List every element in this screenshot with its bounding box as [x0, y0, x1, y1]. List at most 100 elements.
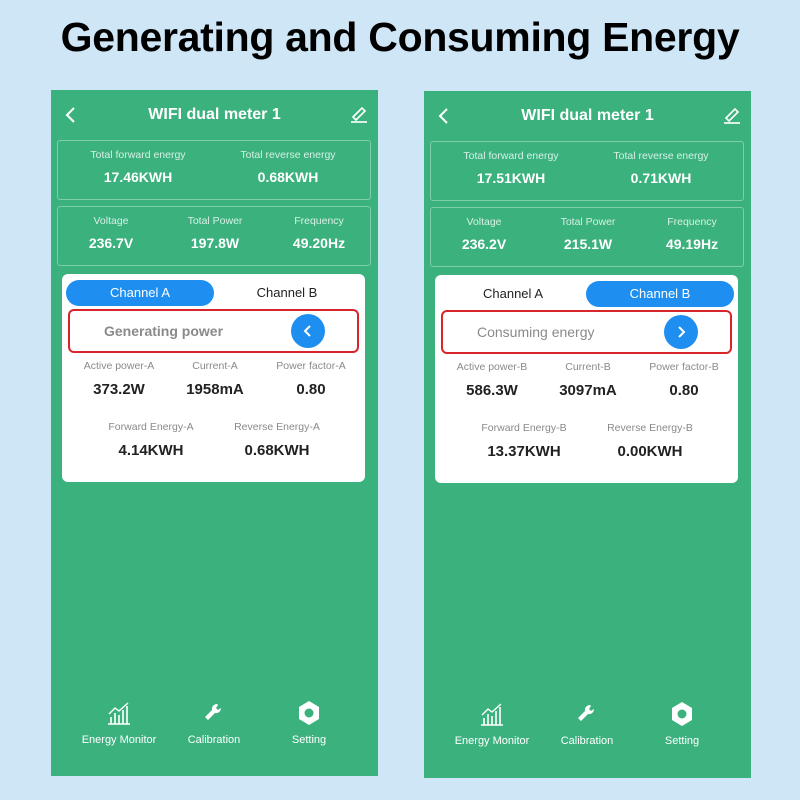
total-energy-panel: Total forward energy 17.51KWH Total reve…	[430, 141, 744, 201]
stat-value: 197.8W	[190, 235, 240, 251]
channel-card: Channel A Channel B Generating power Act…	[62, 274, 365, 482]
wrench-icon	[205, 703, 222, 720]
current-metric: Current-B 3097mA	[533, 361, 643, 399]
metric-value: 0.00KWH	[617, 443, 683, 460]
edit-icon[interactable]	[723, 106, 741, 124]
metric-label: Current-A	[192, 360, 238, 372]
power-factor-metric: Power factor-B 0.80	[629, 361, 739, 399]
mode-highlight-box: Generating power	[68, 309, 359, 353]
current-metric: Current-A 1958mA	[160, 360, 270, 398]
stat-label: Total Power	[560, 216, 616, 228]
phone-screen-generating: WIFI dual meter 1 Total forward energy 1…	[51, 90, 378, 776]
nav-setting[interactable]: Setting	[259, 700, 359, 746]
nav-label: Calibration	[187, 734, 241, 746]
mode-label: Generating power	[104, 323, 224, 339]
frequency-stat: Frequency 49.20Hz	[270, 215, 368, 251]
metric-label: Reverse Energy-A	[234, 421, 320, 433]
chart-icon	[481, 703, 503, 726]
stat-value: 49.20Hz	[292, 235, 346, 251]
tab-channel-b[interactable]: Channel B	[213, 280, 361, 306]
channel-tabs: Channel A Channel B	[439, 281, 734, 307]
power-factor-metric: Power factor-A 0.80	[256, 360, 366, 398]
forward-energy-metric: Forward Energy-A 4.14KWH	[96, 421, 206, 459]
mode-toggle-button[interactable]	[291, 314, 325, 348]
summary-panel: Voltage 236.7V Total Power 197.8W Freque…	[57, 206, 371, 266]
total-reverse-energy: Total reverse energy 0.71KWH	[591, 150, 731, 186]
total-reverse-energy: Total reverse energy 0.68KWH	[218, 149, 358, 185]
stat-value: 236.7V	[88, 235, 134, 251]
stat-label: Total forward energy	[90, 149, 186, 161]
summary-panel: Voltage 236.2V Total Power 215.1W Freque…	[430, 207, 744, 267]
active-power-metric: Active power-A 373.2W	[64, 360, 174, 398]
nav-label: Energy Monitor	[454, 735, 530, 747]
nav-setting[interactable]: Setting	[632, 701, 732, 747]
total-power-stat: Total Power 197.8W	[166, 215, 264, 251]
device-title: WIFI dual meter 1	[148, 106, 281, 123]
metric-value: 4.14KWH	[118, 442, 184, 459]
hexagon-gear-icon	[672, 702, 692, 726]
top-bar: WIFI dual meter 1	[424, 91, 751, 141]
metric-label: Power factor-A	[276, 360, 346, 372]
metric-label: Forward Energy-A	[108, 421, 194, 433]
metric-value: 13.37KWH	[487, 443, 561, 460]
metric-label: Active power-B	[456, 361, 528, 373]
channel-card: Channel A Channel B Consuming energy Act…	[435, 275, 738, 483]
nav-calibration[interactable]: Calibration	[164, 700, 264, 746]
stat-label: Total forward energy	[463, 150, 559, 162]
mode-toggle-button[interactable]	[664, 315, 698, 349]
nav-label: Setting	[291, 734, 327, 746]
bottom-nav: Energy Monitor Calibration Setting	[424, 701, 751, 761]
active-power-metric: Active power-B 586.3W	[437, 361, 547, 399]
chevron-left-icon	[303, 325, 311, 337]
stat-label: Frequency	[667, 216, 717, 228]
metric-value: 3097mA	[559, 382, 617, 399]
metric-value: 586.3W	[466, 382, 518, 399]
total-power-stat: Total Power 215.1W	[539, 216, 637, 252]
top-bar: WIFI dual meter 1	[51, 90, 378, 140]
hexagon-gear-icon	[299, 701, 319, 725]
nav-calibration[interactable]: Calibration	[537, 701, 637, 747]
stat-label: Frequency	[294, 215, 344, 227]
chart-icon	[108, 702, 130, 725]
forward-energy-metric: Forward Energy-B 13.37KWH	[469, 422, 579, 460]
bottom-nav: Energy Monitor Calibration Setting	[51, 700, 378, 760]
metric-label: Active power-A	[83, 360, 155, 372]
stat-value: 49.19Hz	[665, 236, 719, 252]
voltage-stat: Voltage 236.2V	[435, 216, 533, 252]
nav-label: Setting	[664, 735, 700, 747]
stat-value: 236.2V	[461, 236, 507, 252]
stat-value: 17.46KWH	[103, 169, 173, 185]
stat-label: Voltage	[93, 215, 129, 227]
tab-channel-a[interactable]: Channel A	[66, 280, 214, 306]
metric-label: Reverse Energy-B	[607, 422, 693, 434]
stat-value: 0.68KWH	[257, 169, 319, 185]
mode-label: Consuming energy	[477, 324, 595, 340]
stat-value: 0.71KWH	[630, 170, 692, 186]
voltage-stat: Voltage 236.7V	[62, 215, 160, 251]
metric-value: 0.80	[669, 382, 699, 399]
stat-value: 17.51KWH	[476, 170, 546, 186]
nav-label: Calibration	[560, 735, 614, 747]
stat-value: 215.1W	[563, 236, 613, 252]
edit-icon[interactable]	[350, 105, 368, 123]
total-energy-panel: Total forward energy 17.46KWH Total reve…	[57, 140, 371, 200]
channel-tabs: Channel A Channel B	[66, 280, 361, 306]
tab-channel-a[interactable]: Channel A	[439, 281, 587, 307]
metric-value: 0.80	[296, 381, 326, 398]
metric-value: 373.2W	[93, 381, 145, 398]
reverse-energy-metric: Reverse Energy-B 0.00KWH	[595, 422, 705, 460]
device-title: WIFI dual meter 1	[521, 107, 654, 124]
total-forward-energy: Total forward energy 17.46KWH	[68, 149, 208, 185]
metric-label: Forward Energy-B	[481, 422, 567, 434]
stat-label: Total Power	[187, 215, 243, 227]
page-headline: Generating and Consuming Energy	[60, 14, 740, 60]
stat-label: Total reverse energy	[613, 150, 709, 162]
nav-energy-monitor[interactable]: Energy Monitor	[69, 700, 169, 746]
tab-channel-b[interactable]: Channel B	[586, 281, 734, 307]
frequency-stat: Frequency 49.19Hz	[643, 216, 741, 252]
wrench-icon	[578, 704, 595, 721]
metric-label: Current-B	[565, 361, 611, 373]
total-forward-energy: Total forward energy 17.51KWH	[441, 150, 581, 186]
nav-energy-monitor[interactable]: Energy Monitor	[442, 701, 542, 747]
metric-value: 0.68KWH	[244, 442, 310, 459]
